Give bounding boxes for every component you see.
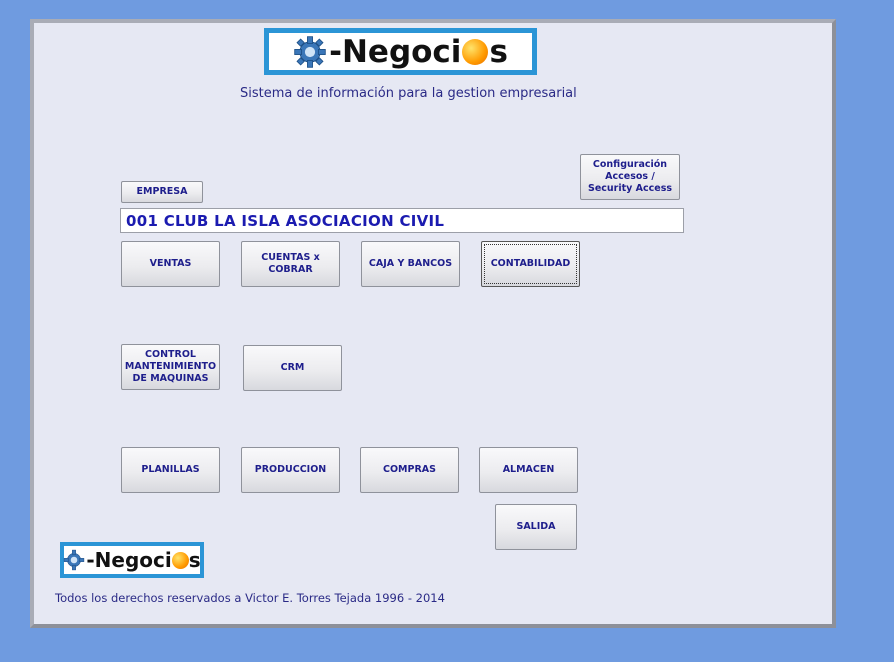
logo-text-suffix: s: [188, 548, 201, 572]
logo-text-prefix: -Negoci: [86, 548, 172, 572]
main-panel: [30, 19, 836, 628]
contabilidad-button[interactable]: CONTABILIDAD: [481, 241, 580, 287]
gear-icon: [64, 549, 85, 571]
copyright-footer: Todos los derechos reservados a Victor E…: [55, 591, 445, 605]
produccion-button[interactable]: PRODUCCION: [241, 447, 340, 493]
app-subtitle: Sistema de información para la gestion e…: [240, 86, 577, 101]
gear-icon: [294, 35, 326, 68]
config-access-button[interactable]: Configuración Accesos / Security Access: [580, 154, 680, 200]
salida-button[interactable]: SALIDA: [495, 504, 577, 550]
logo-text-suffix: s: [489, 33, 508, 70]
control-mantenimiento-button[interactable]: CONTROL MANTENIMIENTO DE MAQUINAS: [121, 344, 220, 390]
negocios-logo: -Negoci s: [264, 28, 537, 75]
caja-bancos-button[interactable]: CAJA Y BANCOS: [361, 241, 460, 287]
negocios-logo-small: -Negoci s: [60, 542, 204, 578]
almacen-button[interactable]: ALMACEN: [479, 447, 578, 493]
sun-icon: [171, 551, 189, 569]
sun-icon: [462, 38, 489, 65]
ventas-button[interactable]: VENTAS: [121, 241, 220, 287]
empresa-button[interactable]: EMPRESA: [121, 181, 203, 203]
planillas-button[interactable]: PLANILLAS: [121, 447, 220, 493]
compras-button[interactable]: COMPRAS: [360, 447, 459, 493]
logo-text-prefix: -Negoci: [329, 33, 462, 70]
cuentas-cobrar-button[interactable]: CUENTAS x COBRAR: [241, 241, 340, 287]
company-field[interactable]: 001 CLUB LA ISLA ASOCIACION CIVIL: [120, 208, 684, 233]
crm-button[interactable]: CRM: [243, 345, 342, 391]
